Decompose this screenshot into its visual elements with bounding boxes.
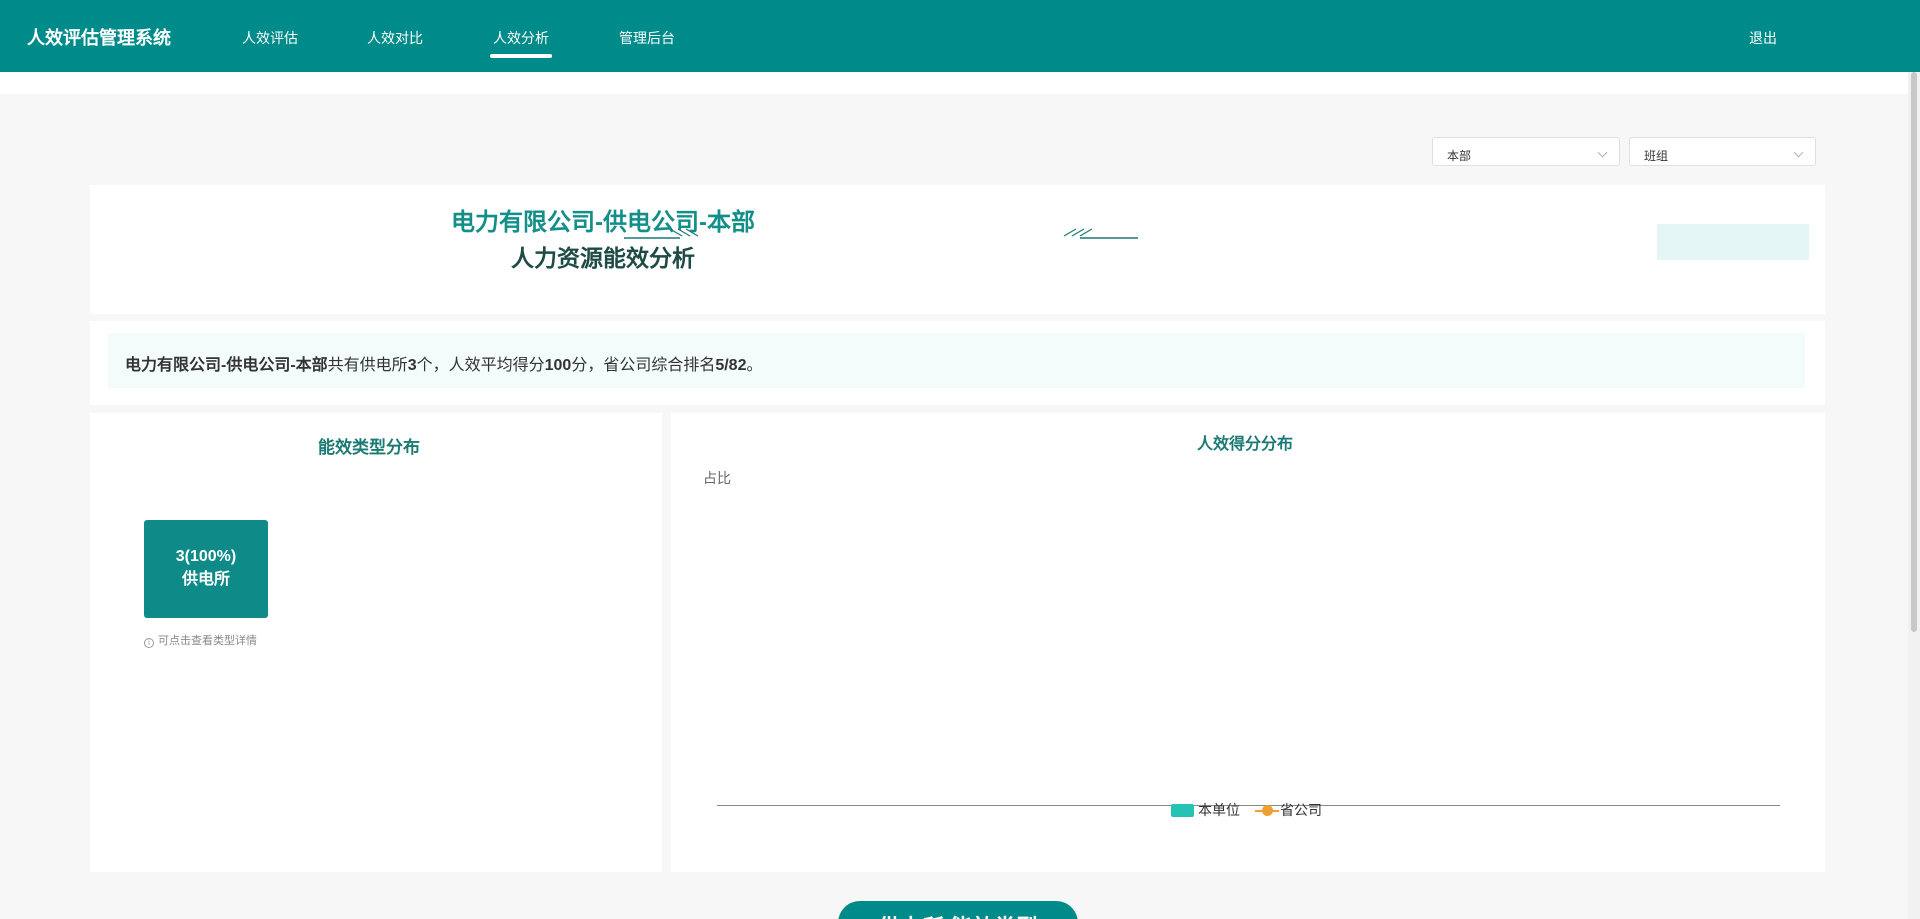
- header-spacer: [0, 72, 1908, 94]
- summary-text4: 。: [746, 357, 763, 374]
- decoration-left-icon: [624, 228, 699, 239]
- chart-x-axis: [717, 805, 1780, 806]
- type-distribution-panel: 能效类型分布 3(100%) 供电所 i 可点击查看类型详情: [90, 413, 662, 872]
- legend-unit-label[interactable]: 本单位: [1198, 800, 1240, 820]
- type-hint: i 可点击查看类型详情: [144, 632, 257, 648]
- nav-item-comparison[interactable]: 人效对比: [367, 28, 423, 48]
- summary-rank: 5/82: [715, 357, 747, 374]
- score-panel-title: 人效得分分布: [1197, 436, 1294, 453]
- chevron-down-icon: [1597, 147, 1608, 158]
- chevron-down-icon: [1793, 147, 1804, 158]
- info-icon: i: [144, 638, 154, 648]
- chart-y-axis-label: 占比: [703, 470, 731, 486]
- type-box-value: 3(100%): [175, 548, 237, 565]
- type-box-supply-station[interactable]: 3(100%) 供电所: [144, 520, 268, 618]
- summary-text: 电力有限公司-供电公司-本部共有供电所3个，人效平均得分100分，省公司综合排名…: [108, 333, 1805, 388]
- section-title-pill: 供电所 能效类型: [838, 901, 1078, 919]
- legend-province-dot[interactable]: [1262, 805, 1273, 816]
- logout-button[interactable]: 退出: [1749, 28, 1777, 48]
- type-hint-text: 可点击查看类型详情: [158, 635, 257, 647]
- banner-title: 电力有限公司-供电公司-本部: [451, 209, 755, 236]
- unit-select[interactable]: 本部: [1432, 137, 1620, 166]
- group-select-value: 班组: [1644, 149, 1669, 163]
- banner-card: 电力有限公司-供电公司-本部 人力资源能效分析: [90, 185, 1825, 314]
- score-distribution-panel: 人效得分分布 占比 本单位 省公司: [671, 413, 1825, 872]
- banner-subtitle: 人力资源能效分析: [511, 245, 695, 271]
- summary-text1: 共有供电所: [327, 357, 408, 374]
- legend-province-label[interactable]: 省公司: [1280, 800, 1322, 820]
- nav-item-analysis[interactable]: 人效分析: [490, 28, 552, 58]
- top-nav-bar: 人效评估管理系统 人效评估 人效对比 人效分析 管理后台 退出: [0, 0, 1920, 72]
- nav-item-admin[interactable]: 管理后台: [619, 28, 675, 48]
- banner-tag: [1657, 224, 1809, 260]
- nav-item-assessment[interactable]: 人效评估: [242, 28, 298, 48]
- summary-score: 100: [544, 357, 572, 374]
- unit-select-value: 本部: [1447, 149, 1472, 163]
- scrollbar-thumb[interactable]: [1911, 72, 1917, 632]
- summary-text3: 分，省公司综合排名: [571, 357, 716, 374]
- summary-count: 3: [407, 357, 417, 374]
- decoration-right-icon: [1063, 228, 1138, 239]
- group-select[interactable]: 班组: [1629, 137, 1816, 166]
- type-box-label: 供电所: [181, 571, 230, 588]
- summary-text2: 个，人效平均得分: [416, 357, 545, 374]
- app-brand: 人效评估管理系统: [27, 28, 171, 48]
- summary-card: 电力有限公司-供电公司-本部共有供电所3个，人效平均得分100分，省公司综合排名…: [90, 321, 1825, 405]
- summary-unit: 电力有限公司-供电公司-本部: [125, 357, 328, 374]
- type-panel-title: 能效类型分布: [318, 438, 420, 457]
- legend-unit-swatch[interactable]: [1171, 804, 1194, 817]
